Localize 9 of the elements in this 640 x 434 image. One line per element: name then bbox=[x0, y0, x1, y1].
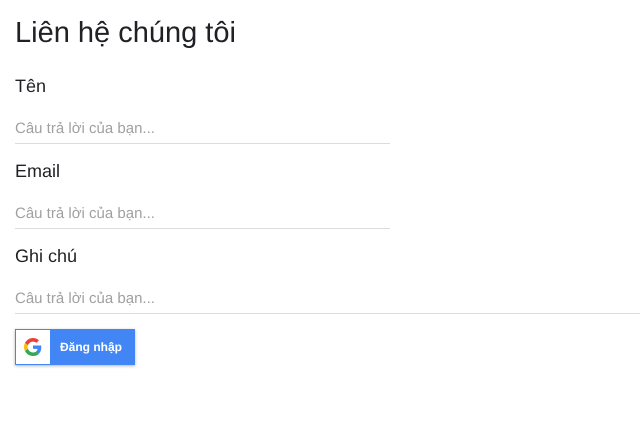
field-label: Ghi chú bbox=[15, 245, 78, 268]
sign-in-button[interactable]: Đăng nhập bbox=[15, 329, 135, 365]
google-icon bbox=[24, 338, 42, 356]
input-field[interactable]: Câu trả lời của bạn... bbox=[15, 284, 640, 314]
field-label: Tên bbox=[15, 75, 48, 98]
form-title: Liên hệ chúng tôi bbox=[15, 16, 237, 51]
input-field[interactable]: Câu trả lời của bạn... bbox=[15, 199, 390, 229]
field-label: Email bbox=[15, 160, 62, 183]
input-field[interactable]: Câu trả lời của bạn... bbox=[15, 114, 390, 144]
